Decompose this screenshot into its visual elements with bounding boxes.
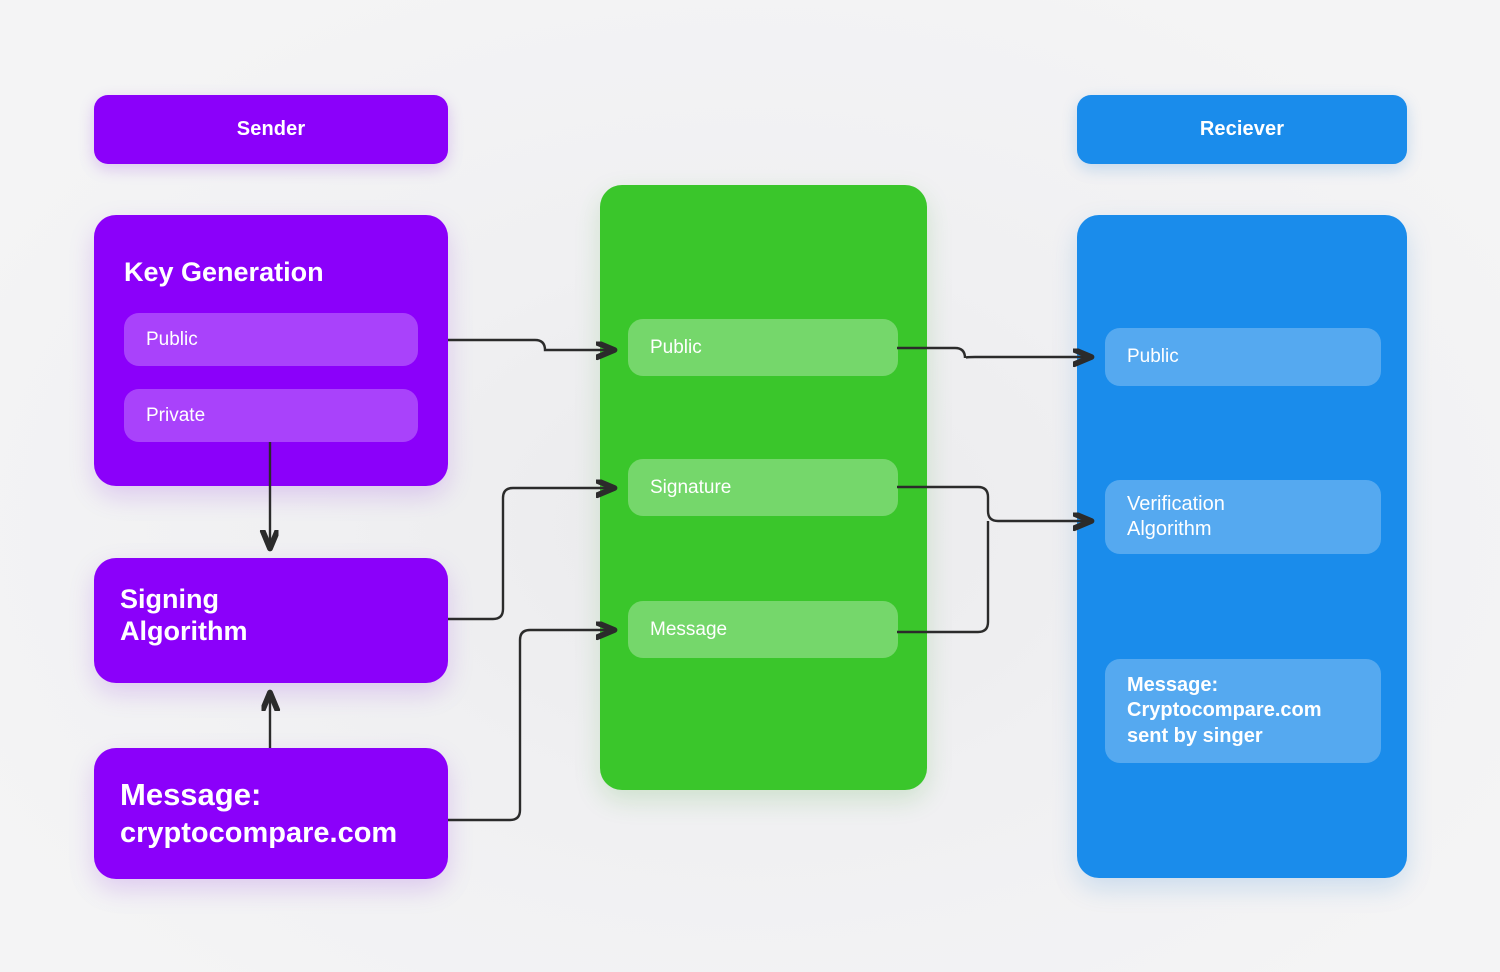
wire-sender-public-to-channel-public bbox=[448, 338, 614, 350]
channel-signature-label: Signature bbox=[650, 476, 732, 498]
wire-signing-to-channel-signature bbox=[448, 488, 614, 621]
receiver-column-header: Reciever bbox=[1077, 95, 1407, 164]
sender-column-header: Sender bbox=[94, 95, 448, 164]
receiver-message-pill: Message: Cryptocompare.com sent by singe… bbox=[1105, 659, 1381, 763]
channel-message-pill: Message bbox=[628, 601, 898, 658]
wire-sender-message-to-channel-message bbox=[448, 630, 614, 822]
key-generation-title: Key Generation bbox=[124, 257, 324, 287]
key-generation-panel: Key Generation Public Private bbox=[94, 215, 448, 486]
receiver-verification-pill: Verification Algorithm bbox=[1105, 480, 1381, 554]
key-generation-public-pill: Public bbox=[124, 313, 418, 366]
receiver-public-pill: Public bbox=[1105, 328, 1381, 386]
receiver-panel: Public Verification Algorithm Message: C… bbox=[1077, 215, 1407, 878]
sender-message-label: Message: bbox=[120, 777, 262, 812]
sender-message-value: cryptocompare.com bbox=[120, 817, 398, 850]
key-generation-public-label: Public bbox=[146, 328, 198, 350]
signing-algorithm-title: Signing Algorithm bbox=[120, 584, 248, 646]
receiver-message-label: Message: Cryptocompare.com sent by singe… bbox=[1127, 674, 1322, 747]
receiver-header-label: Reciever bbox=[1199, 118, 1285, 140]
sender-message-panel: Message: cryptocompare.com bbox=[94, 748, 448, 879]
diagram-canvas: Sender Reciever Key Generation Public Pr… bbox=[0, 0, 1500, 972]
channel-public-pill: Public bbox=[628, 319, 898, 376]
receiver-verification-label: Verification Algorithm bbox=[1127, 492, 1225, 540]
key-generation-private-label: Private bbox=[146, 404, 206, 426]
sender-header-label: Sender bbox=[236, 118, 306, 140]
transmission-channel-panel: Public Signature Message bbox=[600, 185, 927, 790]
channel-message-label: Message bbox=[650, 618, 728, 640]
receiver-public-label: Public bbox=[1127, 346, 1179, 368]
channel-signature-pill: Signature bbox=[628, 459, 898, 516]
signing-algorithm-panel: Signing Algorithm bbox=[94, 558, 448, 683]
channel-public-label: Public bbox=[650, 336, 702, 358]
key-generation-private-pill: Private bbox=[124, 389, 418, 442]
sender-message-title: Message: cryptocompare.com bbox=[120, 775, 397, 853]
